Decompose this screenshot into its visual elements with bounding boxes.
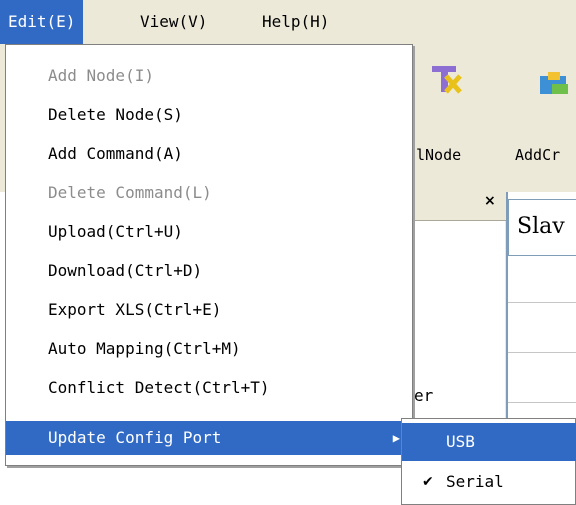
menu-item-conflict-detect[interactable]: Conflict Detect(Ctrl+T)	[6, 371, 412, 405]
menu-item-label: Upload(Ctrl+U)	[48, 222, 183, 241]
submenu-item-serial[interactable]: ✔ Serial	[402, 463, 576, 501]
menu-bar: Edit(E) View(V) Help(H)	[0, 0, 576, 44]
submenu-item-label: Serial	[446, 472, 504, 491]
submenu-item-label: USB	[446, 432, 475, 451]
menu-item-upload[interactable]: Upload(Ctrl+U)	[6, 215, 412, 249]
submenu-arrow-icon: ▶	[392, 431, 400, 445]
del-node-icon[interactable]	[430, 64, 464, 94]
menu-edit[interactable]: Edit(E)	[0, 0, 84, 44]
grid-header: Slav	[508, 199, 576, 256]
add-command-icon[interactable]	[534, 70, 568, 100]
menu-item-download[interactable]: Download(Ctrl+D)	[6, 254, 412, 288]
grid-row-line	[508, 402, 576, 403]
menu-help[interactable]: Help(H)	[254, 0, 337, 44]
grid-row-line	[508, 352, 576, 353]
toolbar-label-addcommand[interactable]: AddCr	[515, 146, 560, 164]
menu-item-label: Download(Ctrl+D)	[48, 261, 203, 280]
menu-item-label: Update Config Port	[48, 428, 222, 447]
menu-item-delete-command[interactable]: Delete Command(L)	[6, 176, 412, 210]
menu-item-label: Add Command(A)	[48, 144, 183, 163]
grid-row-line	[508, 302, 576, 303]
config-port-submenu: USB ✔ Serial	[401, 418, 576, 505]
menu-item-delete-node[interactable]: Delete Node(S)	[6, 98, 412, 132]
menu-item-label: Add Node(I)	[48, 66, 154, 85]
pane-close-icon[interactable]: ×	[484, 193, 496, 209]
menu-item-label: Delete Node(S)	[48, 105, 183, 124]
menu-item-label: Conflict Detect(Ctrl+T)	[48, 378, 270, 397]
menu-item-export-xls[interactable]: Export XLS(Ctrl+E)	[6, 293, 412, 327]
menu-item-auto-mapping[interactable]: Auto Mapping(Ctrl+M)	[6, 332, 412, 366]
menu-item-label: Auto Mapping(Ctrl+M)	[48, 339, 241, 358]
menu-item-label: Delete Command(L)	[48, 183, 212, 202]
toolbar-label-node[interactable]: lNode	[416, 146, 461, 164]
check-icon: ✔	[422, 474, 434, 490]
menu-view[interactable]: View(V)	[132, 0, 215, 44]
edit-menu-dropdown: Add Node(I) Delete Node(S) Add Command(A…	[5, 44, 413, 466]
menu-item-add-node[interactable]: Add Node(I)	[6, 59, 412, 93]
tree-item-fragment: er	[414, 386, 434, 405]
grid-header-label: Slav	[517, 214, 565, 239]
submenu-item-usb[interactable]: USB	[402, 423, 576, 461]
menu-item-label: Export XLS(Ctrl+E)	[48, 300, 222, 319]
menu-item-add-command[interactable]: Add Command(A)	[6, 137, 412, 171]
menu-item-update-config-port[interactable]: Update Config Port ▶	[6, 421, 412, 455]
